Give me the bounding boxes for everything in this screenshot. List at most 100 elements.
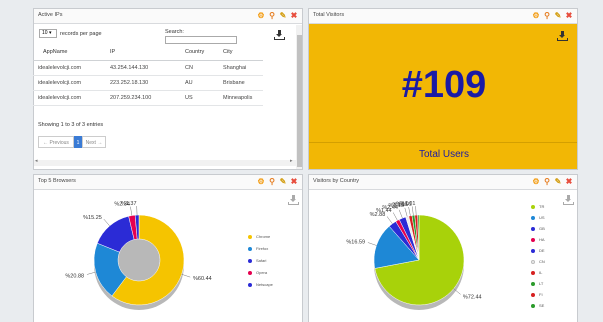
table-cell: idealelevolcji.com [33,90,108,106]
legend-swatch [248,246,252,251]
scrollbar-thumb[interactable] [297,35,302,167]
legend-item[interactable]: Chrome [248,234,270,239]
legend-swatch [531,259,535,264]
total-users-label: Total Users [418,149,469,160]
legend-swatch [531,248,535,253]
legend-swatch [531,270,535,275]
legend-item[interactable]: Opera [248,270,267,275]
legend-label: TR [539,204,545,209]
table-cell: idealelevolcji.com [33,60,108,76]
label-leader-line [367,242,377,246]
legend-label: Safari [256,258,267,263]
browsers-donut-chart: %60.44%20.88%15.25%2.34%1.37 [65,201,212,310]
legend-swatch [248,282,252,287]
close-icon[interactable]: ✖ [565,11,573,20]
legend-swatch [531,204,535,209]
column-header[interactable]: City [221,44,263,61]
table-cell: 43.254.144.130 [108,60,183,76]
legend-item[interactable]: SE [531,303,544,308]
gear-icon[interactable]: ⚙ [532,177,540,186]
panel-title: Top 5 Browsers [38,178,76,184]
close-icon[interactable]: ✖ [290,11,298,20]
slice-value-label: %15.25 [83,215,102,221]
legend-swatch [531,303,535,308]
download-icon[interactable] [557,31,568,41]
slice-value-label: %72.44 [463,294,482,300]
gear-icon[interactable]: ⚙ [257,11,265,20]
label-leader-line [130,206,133,216]
pencil-icon[interactable]: ✎ [554,11,562,20]
label-leader-line [392,212,398,221]
label-leader-line [404,207,408,217]
scroll-left-arrow[interactable]: ◂ [35,158,38,164]
next-button[interactable]: Next → [82,136,106,148]
panel-controls: ⚙ ⚲ ✎ ✖ [532,177,573,186]
scrollbar[interactable] [296,25,302,169]
panel-controls: ⚙ ⚲ ✎ ✖ [257,177,298,186]
legend-item[interactable]: LT [531,281,543,286]
page-length-select[interactable]: 10 ▾ [39,29,57,38]
label-leader-line [386,216,393,224]
horizontal-scrollbar[interactable]: ◂ ▸ [34,158,296,166]
legend-item[interactable]: HA [531,237,545,242]
search-label: Search: [165,29,184,35]
pencil-icon[interactable]: ✎ [279,11,287,20]
column-header[interactable]: Country [183,44,221,61]
search-input[interactable] [165,36,237,44]
table-cell: 207.259.234.100 [108,90,183,106]
legend-label: SE [539,303,545,308]
previous-button[interactable]: ← Previous [38,136,74,148]
gear-icon[interactable]: ⚙ [257,177,265,186]
legend-item[interactable]: CN [531,259,545,264]
legend-swatch [531,292,535,297]
legend-item[interactable]: FI [531,292,543,297]
table-cell: Brisbane [221,75,263,91]
close-icon[interactable]: ✖ [565,177,573,186]
table-header-row: AppName IP Country City [33,44,263,61]
table-row: idealelevolcji.com 207.259.234.100 US Mi… [33,90,263,106]
gear-icon[interactable]: ⚙ [532,11,540,20]
pencil-icon[interactable]: ✎ [554,177,562,186]
label-leader-line [86,271,96,275]
table-cell: idealelevolcji.com [33,75,108,91]
legend-item[interactable]: Firefox [248,246,268,251]
panel-header: Visitors by Country ⚙ ⚲ ✎ ✖ [309,175,577,190]
legend-item[interactable]: US [531,215,545,220]
table-cell: CN [183,60,221,76]
legend-item[interactable]: DE [531,248,545,253]
table-cell: 223.252.18.130 [108,75,183,91]
legend-label: Netscape [256,282,273,287]
legend-item[interactable]: TR [531,204,544,209]
column-header[interactable]: AppName [33,44,108,61]
legend-label: FI [539,292,543,297]
search-icon[interactable]: ⚲ [268,177,276,186]
close-icon[interactable]: ✖ [290,177,298,186]
table-cell: US [183,90,221,106]
legend-label: US [539,215,545,220]
column-header[interactable]: IP [108,44,183,61]
legend-label: IL [539,270,543,275]
panel-controls: ⚙ ⚲ ✎ ✖ [532,11,573,20]
search-icon[interactable]: ⚲ [543,177,551,186]
scroll-right-arrow[interactable]: ▸ [290,158,293,164]
top-browsers-panel: Top 5 Browsers ⚙ ⚲ ✎ ✖ %60.44 %20.88 %15.2… [33,174,303,322]
search-icon[interactable]: ⚲ [268,11,276,20]
legend-item[interactable]: IL [531,270,542,275]
panel-header: Total Visitors ⚙ ⚲ ✎ ✖ [309,9,577,24]
legend-item[interactable]: GB [531,226,545,231]
visitors-by-country-panel: Visitors by Country ⚙ ⚲ ✎ ✖ %72.44 %16.59… [308,174,578,322]
legend-item[interactable]: Netscape [248,282,273,287]
search-icon[interactable]: ⚲ [543,11,551,20]
table-info: Showing 1 to 3 of 3 entries [38,122,104,128]
legend-label: HA [539,237,545,242]
pencil-icon[interactable]: ✎ [279,177,287,186]
panel-header: Top 5 Browsers ⚙ ⚲ ✎ ✖ [34,175,302,190]
label-leader-line [181,274,191,278]
download-icon[interactable] [274,30,285,40]
legend-item[interactable]: Safari [248,258,266,263]
active-ips-table: AppName IP Country City idealelevolcji.c… [33,44,263,106]
legend-label: GB [539,226,545,231]
slice-value-label: %1.37 [121,201,137,207]
table-row: idealelevolcji.com 223.252.18.130 AU Bri… [33,75,263,91]
page-1-button[interactable]: 1 [74,136,82,148]
